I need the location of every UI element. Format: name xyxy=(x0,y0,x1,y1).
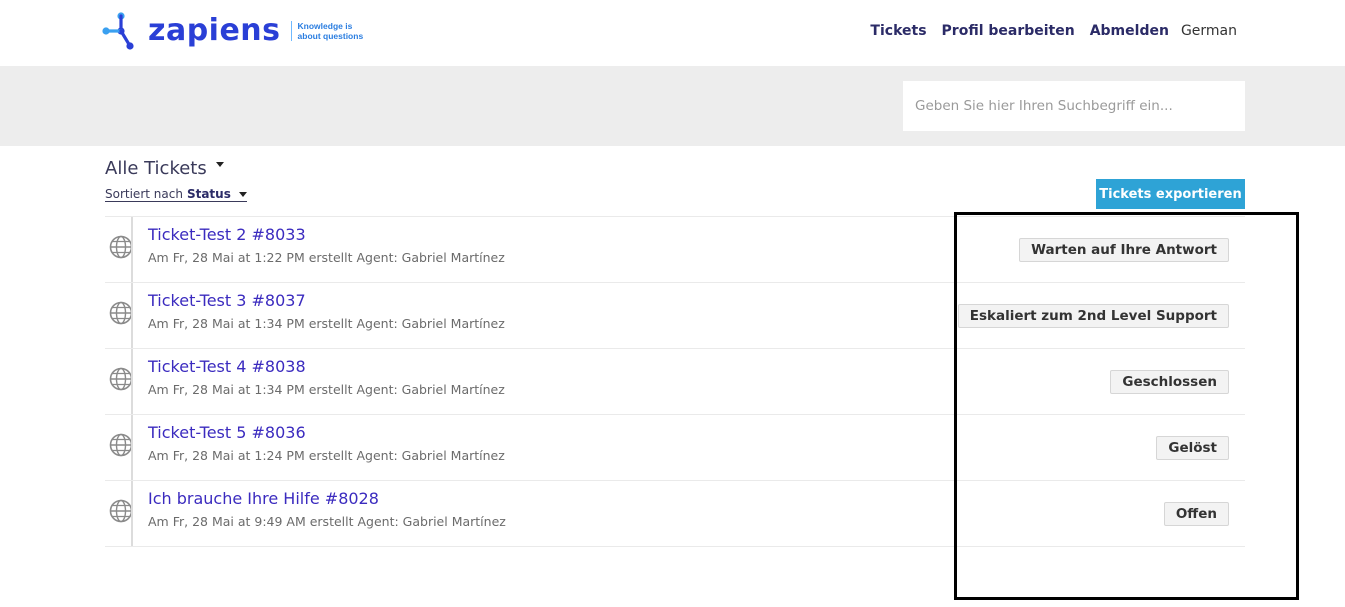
ticket-filter-dropdown[interactable]: Alle Tickets xyxy=(105,158,224,179)
status-badge: Warten auf Ihre Antwort xyxy=(1019,238,1229,262)
caret-down-icon xyxy=(238,191,247,197)
ticket-title-link[interactable]: Ich brauche Ihre Hilfe #8028 xyxy=(148,489,379,508)
row-divider xyxy=(131,217,133,282)
brand-tagline-line1: Knowledge is xyxy=(297,21,353,31)
site-header: zapiens Knowledge is about questions Tic… xyxy=(0,0,1345,66)
sort-field: Status xyxy=(186,187,231,201)
language-selector[interactable]: German xyxy=(1181,23,1237,39)
ticket-meta: Am Fr, 28 Mai at 1:34 PM erstellt Agent:… xyxy=(148,382,505,397)
ticket-list: Ticket-Test 2 #8033 Am Fr, 28 Mai at 1:2… xyxy=(105,216,1245,547)
logo-divider xyxy=(290,21,292,41)
ticket-meta: Am Fr, 28 Mai at 1:22 PM erstellt Agent:… xyxy=(148,250,505,265)
brand-tagline-line2: about questions xyxy=(297,31,364,41)
ticket-row[interactable]: Ticket-Test 4 #8038 Am Fr, 28 Mai at 1:3… xyxy=(105,349,1245,415)
brand-tagline: Knowledge is about questions xyxy=(298,21,364,41)
globe-icon xyxy=(109,499,133,523)
brand-name: zapiens xyxy=(148,13,281,48)
ticket-title-link[interactable]: Ticket-Test 2 #8033 xyxy=(148,225,306,244)
ticket-row[interactable]: Ticket-Test 5 #8036 Am Fr, 28 Mai at 1:2… xyxy=(105,415,1245,481)
ticket-meta: Am Fr, 28 Mai at 1:24 PM erstellt Agent:… xyxy=(148,448,505,463)
ticket-title-link[interactable]: Ticket-Test 4 #8038 xyxy=(148,357,306,376)
nav-logout[interactable]: Abmelden xyxy=(1090,23,1169,39)
search-input[interactable] xyxy=(903,81,1245,131)
sort-prefix: Sortiert nach xyxy=(105,187,183,201)
logo-mark-icon xyxy=(102,12,134,50)
status-badge: Offen xyxy=(1163,502,1229,526)
ticket-row[interactable]: Ich brauche Ihre Hilfe #8028 Am Fr, 28 M… xyxy=(105,481,1245,547)
row-divider xyxy=(131,283,133,348)
ticket-meta: Am Fr, 28 Mai at 1:34 PM erstellt Agent:… xyxy=(148,316,505,331)
nav-profile[interactable]: Profil bearbeiten xyxy=(942,23,1075,39)
caret-down-icon xyxy=(215,162,224,167)
globe-icon xyxy=(109,301,133,325)
ticket-row[interactable]: Ticket-Test 2 #8033 Am Fr, 28 Mai at 1:2… xyxy=(105,217,1245,283)
row-divider xyxy=(131,415,133,480)
ticket-filter-label: Alle Tickets xyxy=(105,158,207,179)
status-badge: Eskaliert zum 2nd Level Support xyxy=(957,304,1229,328)
globe-icon xyxy=(109,433,133,457)
top-nav: Tickets Profil bearbeiten Abmelden Germa… xyxy=(855,20,1237,42)
ticket-title-link[interactable]: Ticket-Test 3 #8037 xyxy=(148,291,306,310)
row-divider xyxy=(131,349,133,414)
ticket-title-link[interactable]: Ticket-Test 5 #8036 xyxy=(148,423,306,442)
status-badge: Geschlossen xyxy=(1110,370,1229,394)
status-badge: Gelöst xyxy=(1156,436,1229,460)
globe-icon xyxy=(109,235,133,259)
globe-icon xyxy=(109,367,133,391)
sort-dropdown[interactable]: Sortiert nach Status xyxy=(105,187,247,202)
ticket-meta: Am Fr, 28 Mai at 9:49 AM erstellt Agent:… xyxy=(148,514,506,529)
row-divider xyxy=(131,481,133,546)
ticket-row[interactable]: Ticket-Test 3 #8037 Am Fr, 28 Mai at 1:3… xyxy=(105,283,1245,349)
nav-tickets[interactable]: Tickets xyxy=(870,23,926,39)
zapiens-logo[interactable]: zapiens Knowledge is about questions xyxy=(100,10,363,52)
export-tickets-button[interactable]: Tickets exportieren xyxy=(1096,179,1245,209)
